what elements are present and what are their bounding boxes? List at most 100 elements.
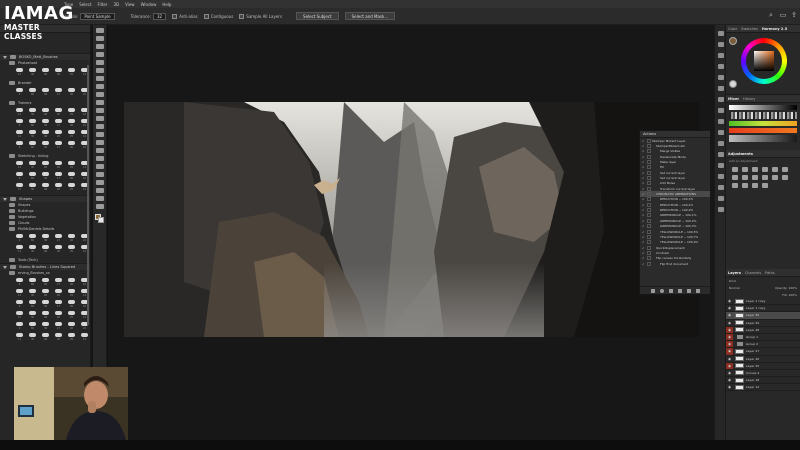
eye-icon[interactable]: ◉ xyxy=(726,326,733,334)
libraries-panel-icon[interactable] xyxy=(718,86,724,91)
action-row[interactable]: ✓ Flip first document xyxy=(640,261,710,266)
brush-preset[interactable]: 40 xyxy=(66,234,77,243)
brush-preset[interactable]: 20 xyxy=(53,68,64,77)
brush-preset[interactable]: 11 xyxy=(14,289,25,298)
check-icon[interactable]: ✓ xyxy=(642,139,646,143)
brush-preset[interactable]: 36 xyxy=(40,172,51,181)
background-color-chip[interactable] xyxy=(729,80,737,88)
brightness-adjustment-icon[interactable] xyxy=(732,167,738,172)
dialog-toggle-icon[interactable] xyxy=(647,250,651,255)
layer-row[interactable]: ◉ Layer 25 xyxy=(726,362,800,370)
dialog-toggle-icon[interactable] xyxy=(647,144,651,149)
menu-select[interactable]: Select xyxy=(79,2,91,7)
color-lookup-adjustment-icon[interactable] xyxy=(772,175,778,180)
dialog-toggle-icon[interactable] xyxy=(647,208,651,213)
actions-panel-icon[interactable] xyxy=(718,163,724,168)
adjustments-title[interactable]: Adjustments xyxy=(728,152,753,156)
character-panel-icon[interactable] xyxy=(718,119,724,124)
brush-group-header[interactable]: BOSKO_Matt_Brushes xyxy=(0,53,90,60)
adjustments-panel-icon[interactable] xyxy=(718,75,724,80)
brush-preset[interactable]: 20 xyxy=(53,311,64,320)
brush-preset[interactable]: 9 xyxy=(14,322,25,331)
gradients-panel-icon[interactable] xyxy=(718,53,724,58)
sample-all-checkbox[interactable] xyxy=(239,13,245,19)
tab-channels[interactable]: Channels xyxy=(745,271,761,275)
photo-filter-adjustment-icon[interactable] xyxy=(752,175,758,180)
brush-preset[interactable]: 40 xyxy=(66,141,77,150)
brush-preset[interactable]: 17 xyxy=(53,88,64,97)
hue-saturation-adjustment-icon[interactable] xyxy=(782,167,788,172)
brush-preset[interactable]: 11 xyxy=(14,68,25,77)
brush-preset[interactable]: 60 xyxy=(27,322,38,331)
dialog-toggle-icon[interactable] xyxy=(647,176,651,181)
sample-all-option[interactable]: Sample All Layers xyxy=(239,13,282,19)
check-icon[interactable]: ✓ xyxy=(642,197,646,201)
brush-preset[interactable]: 9 xyxy=(14,278,25,287)
invert-adjustment-icon[interactable] xyxy=(782,175,788,180)
properties-panel-icon[interactable] xyxy=(718,97,724,102)
brush-preset[interactable]: 9 xyxy=(14,234,25,243)
path-select-tool-icon[interactable] xyxy=(96,172,104,177)
color-ramp-green[interactable] xyxy=(729,121,797,126)
brush-tool-icon[interactable] xyxy=(96,100,104,105)
history-panel-icon[interactable] xyxy=(718,174,724,179)
check-icon[interactable]: ✓ xyxy=(642,165,646,169)
tab-paths[interactable]: Paths xyxy=(765,271,775,275)
eye-icon[interactable]: ◉ xyxy=(726,298,733,305)
color-ramp-red[interactable] xyxy=(729,128,797,133)
tab-color[interactable]: Color xyxy=(728,27,737,31)
eye-icon[interactable]: ◉ xyxy=(726,348,733,355)
brush-preset[interactable]: 60 xyxy=(27,234,38,243)
brush-preset[interactable]: 17 xyxy=(53,234,64,243)
brush-preset[interactable]: 30 xyxy=(27,130,38,139)
brush-preset[interactable]: 36 xyxy=(40,141,51,150)
brush-preset[interactable]: 20 xyxy=(53,108,64,117)
layer-row[interactable]: ◉ Layer 29 xyxy=(726,320,800,327)
check-icon[interactable]: ✓ xyxy=(642,181,646,185)
check-icon[interactable]: ✓ xyxy=(642,240,646,244)
exposure-adjustment-icon[interactable] xyxy=(762,167,768,172)
brush-preset[interactable]: 30 xyxy=(27,68,38,77)
brush-preset[interactable]: 17 xyxy=(53,119,64,128)
dialog-toggle-icon[interactable] xyxy=(647,181,651,186)
dialog-toggle-icon[interactable] xyxy=(647,149,651,154)
dialog-toggle-icon[interactable] xyxy=(647,186,651,191)
new-set-icon[interactable] xyxy=(677,288,682,293)
check-icon[interactable]: ✓ xyxy=(642,246,646,250)
brush-preset[interactable]: 48 xyxy=(40,245,51,254)
menu-view[interactable]: View xyxy=(125,2,135,7)
dialog-toggle-icon[interactable] xyxy=(647,245,651,250)
history-brush-tool-icon[interactable] xyxy=(96,116,104,121)
shape-tool-icon[interactable] xyxy=(96,180,104,185)
check-icon[interactable]: ✓ xyxy=(642,235,646,239)
dialog-toggle-icon[interactable] xyxy=(647,218,651,223)
workspace-icon[interactable]: ▭ xyxy=(779,11,787,19)
healing-tool-icon[interactable] xyxy=(96,92,104,97)
brush-preset[interactable]: 20 xyxy=(53,289,64,298)
paths-panel-icon[interactable] xyxy=(718,207,724,212)
move-tool-icon[interactable] xyxy=(96,28,104,33)
menu-window[interactable]: Window xyxy=(141,2,157,7)
check-icon[interactable]: ✓ xyxy=(642,192,646,196)
tab-swatches[interactable]: Swatches xyxy=(741,27,758,31)
brush-preset[interactable]: 36 xyxy=(40,88,51,97)
eye-icon[interactable]: ◉ xyxy=(726,312,733,319)
actions-tab[interactable]: Actions xyxy=(643,132,656,136)
sample-select[interactable]: Point Sample xyxy=(80,12,115,20)
brush-preset[interactable]: 9 xyxy=(14,300,25,309)
brush-preset[interactable]: 36 xyxy=(40,322,51,331)
brush-preset[interactable]: 60 xyxy=(27,141,38,150)
brush-preset[interactable]: 25 xyxy=(66,289,77,298)
curves-adjustment-icon[interactable] xyxy=(752,167,758,172)
glyphs-panel-icon[interactable] xyxy=(718,141,724,146)
layer-row[interactable]: ◉ Layer 1 copy xyxy=(726,305,800,313)
brush-preset[interactable]: 40 xyxy=(66,278,77,287)
patterns-panel-icon[interactable] xyxy=(718,64,724,69)
vibrance-adjustment-icon[interactable] xyxy=(772,167,778,172)
brush-preset[interactable]: 25 xyxy=(66,130,77,139)
brush-preset[interactable]: 17 xyxy=(53,141,64,150)
dialog-toggle-icon[interactable] xyxy=(647,261,651,266)
brush-preset[interactable]: 11 xyxy=(14,161,25,170)
check-icon[interactable]: ✓ xyxy=(642,230,646,234)
check-icon[interactable]: ✓ xyxy=(642,208,646,212)
